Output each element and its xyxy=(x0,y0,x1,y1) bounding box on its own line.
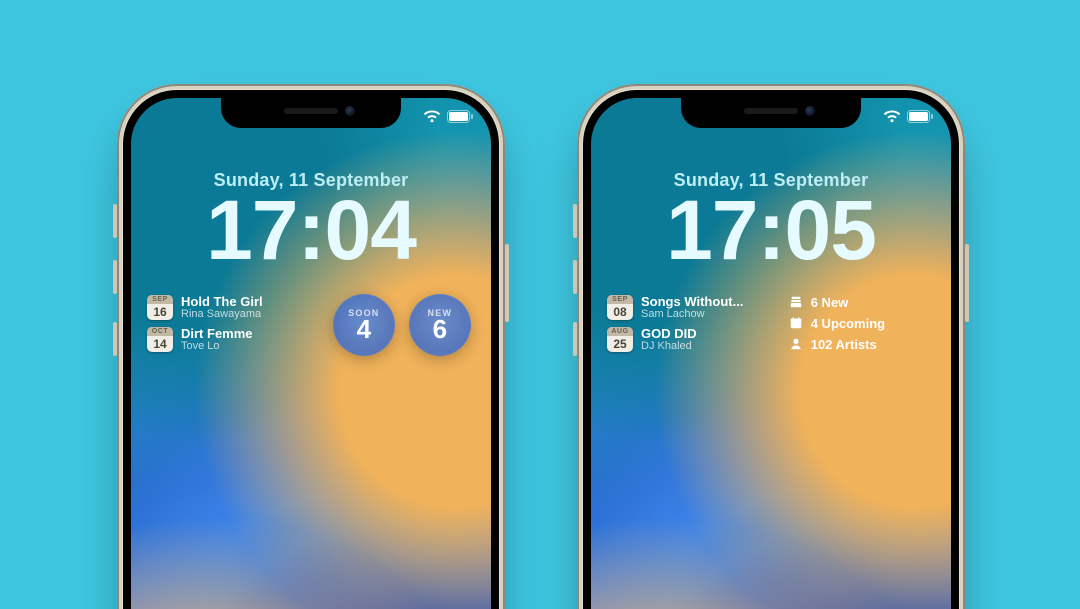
album-artist: Rina Sawayama xyxy=(181,308,263,320)
album-item[interactable]: SEP 16 Hold The Girl Rina Sawayama xyxy=(147,294,319,320)
circle-value: 6 xyxy=(433,316,447,342)
lock-screen[interactable]: Sunday, 11 September 17:05 SEP 08 Songs … xyxy=(591,98,951,609)
upcoming-albums-widget[interactable]: SEP 08 Songs Without... Sam Lachow AUG 2… xyxy=(607,294,779,352)
lock-screen-time: 17:04 xyxy=(131,188,491,272)
stat-text: 102 Artists xyxy=(811,337,877,352)
status-bar xyxy=(883,110,933,123)
upcoming-albums-widget[interactable]: SEP 16 Hold The Girl Rina Sawayama OCT 1… xyxy=(147,294,319,356)
circle-label: SOON xyxy=(348,308,379,318)
date-badge-month: AUG xyxy=(607,327,633,336)
album-item[interactable]: SEP 08 Songs Without... Sam Lachow xyxy=(607,294,779,320)
album-artist: DJ Khaled xyxy=(641,340,697,352)
widget-row: SEP 16 Hold The Girl Rina Sawayama OCT 1… xyxy=(147,294,475,356)
front-camera xyxy=(805,106,815,116)
circle-label: NEW xyxy=(428,308,453,318)
date-badge: SEP 08 xyxy=(607,295,633,320)
wifi-icon xyxy=(423,110,441,123)
battery-icon xyxy=(907,110,933,123)
date-badge-month: OCT xyxy=(147,327,173,336)
date-badge-day: 25 xyxy=(607,336,633,352)
stat-text: 4 Upcoming xyxy=(811,316,885,331)
date-badge: SEP 16 xyxy=(147,295,173,320)
stat-new: 6 New xyxy=(789,295,935,310)
lock-screen[interactable]: Sunday, 11 September 17:04 SEP 16 Hold T… xyxy=(131,98,491,609)
date-badge: OCT 14 xyxy=(147,327,173,352)
album-title: GOD DID xyxy=(641,326,697,341)
album-title: Dirt Femme xyxy=(181,326,253,341)
date-badge-day: 16 xyxy=(147,304,173,320)
phone-mockup-left: Sunday, 11 September 17:04 SEP 16 Hold T… xyxy=(117,84,505,609)
new-count-widget[interactable]: NEW 6 xyxy=(409,294,471,356)
stat-upcoming: 4 Upcoming xyxy=(789,316,935,331)
phone-mockup-right: Sunday, 11 September 17:05 SEP 08 Songs … xyxy=(577,84,965,609)
date-badge-day: 08 xyxy=(607,304,633,320)
date-badge-day: 14 xyxy=(147,336,173,352)
earpiece xyxy=(744,108,798,114)
circle-value: 4 xyxy=(357,316,371,342)
soon-count-widget[interactable]: SOON 4 xyxy=(333,294,395,356)
album-item[interactable]: OCT 14 Dirt Femme Tove Lo xyxy=(147,326,319,352)
front-camera xyxy=(345,106,355,116)
calendar-icon xyxy=(789,316,803,330)
lock-screen-time: 17:05 xyxy=(591,188,951,272)
stats-widget[interactable]: 6 New 4 Upcoming 102 Artists xyxy=(789,294,935,352)
stack-icon xyxy=(789,295,803,309)
date-badge-month: SEP xyxy=(147,295,173,304)
canvas: Sunday, 11 September 17:04 SEP 16 Hold T… xyxy=(0,0,1080,609)
widget-row: SEP 08 Songs Without... Sam Lachow AUG 2… xyxy=(607,294,935,352)
date-badge-month: SEP xyxy=(607,295,633,304)
wifi-icon xyxy=(883,110,901,123)
status-bar xyxy=(423,110,473,123)
stat-artists: 102 Artists xyxy=(789,337,935,352)
album-artist: Sam Lachow xyxy=(641,308,743,320)
stat-text: 6 New xyxy=(811,295,849,310)
album-item[interactable]: AUG 25 GOD DID DJ Khaled xyxy=(607,326,779,352)
phone-notch xyxy=(221,98,401,128)
earpiece xyxy=(284,108,338,114)
phone-notch xyxy=(681,98,861,128)
album-title: Hold The Girl xyxy=(181,294,263,309)
battery-icon xyxy=(447,110,473,123)
album-artist: Tove Lo xyxy=(181,340,253,352)
date-badge: AUG 25 xyxy=(607,327,633,352)
album-title: Songs Without... xyxy=(641,294,743,309)
person-icon xyxy=(789,337,803,351)
